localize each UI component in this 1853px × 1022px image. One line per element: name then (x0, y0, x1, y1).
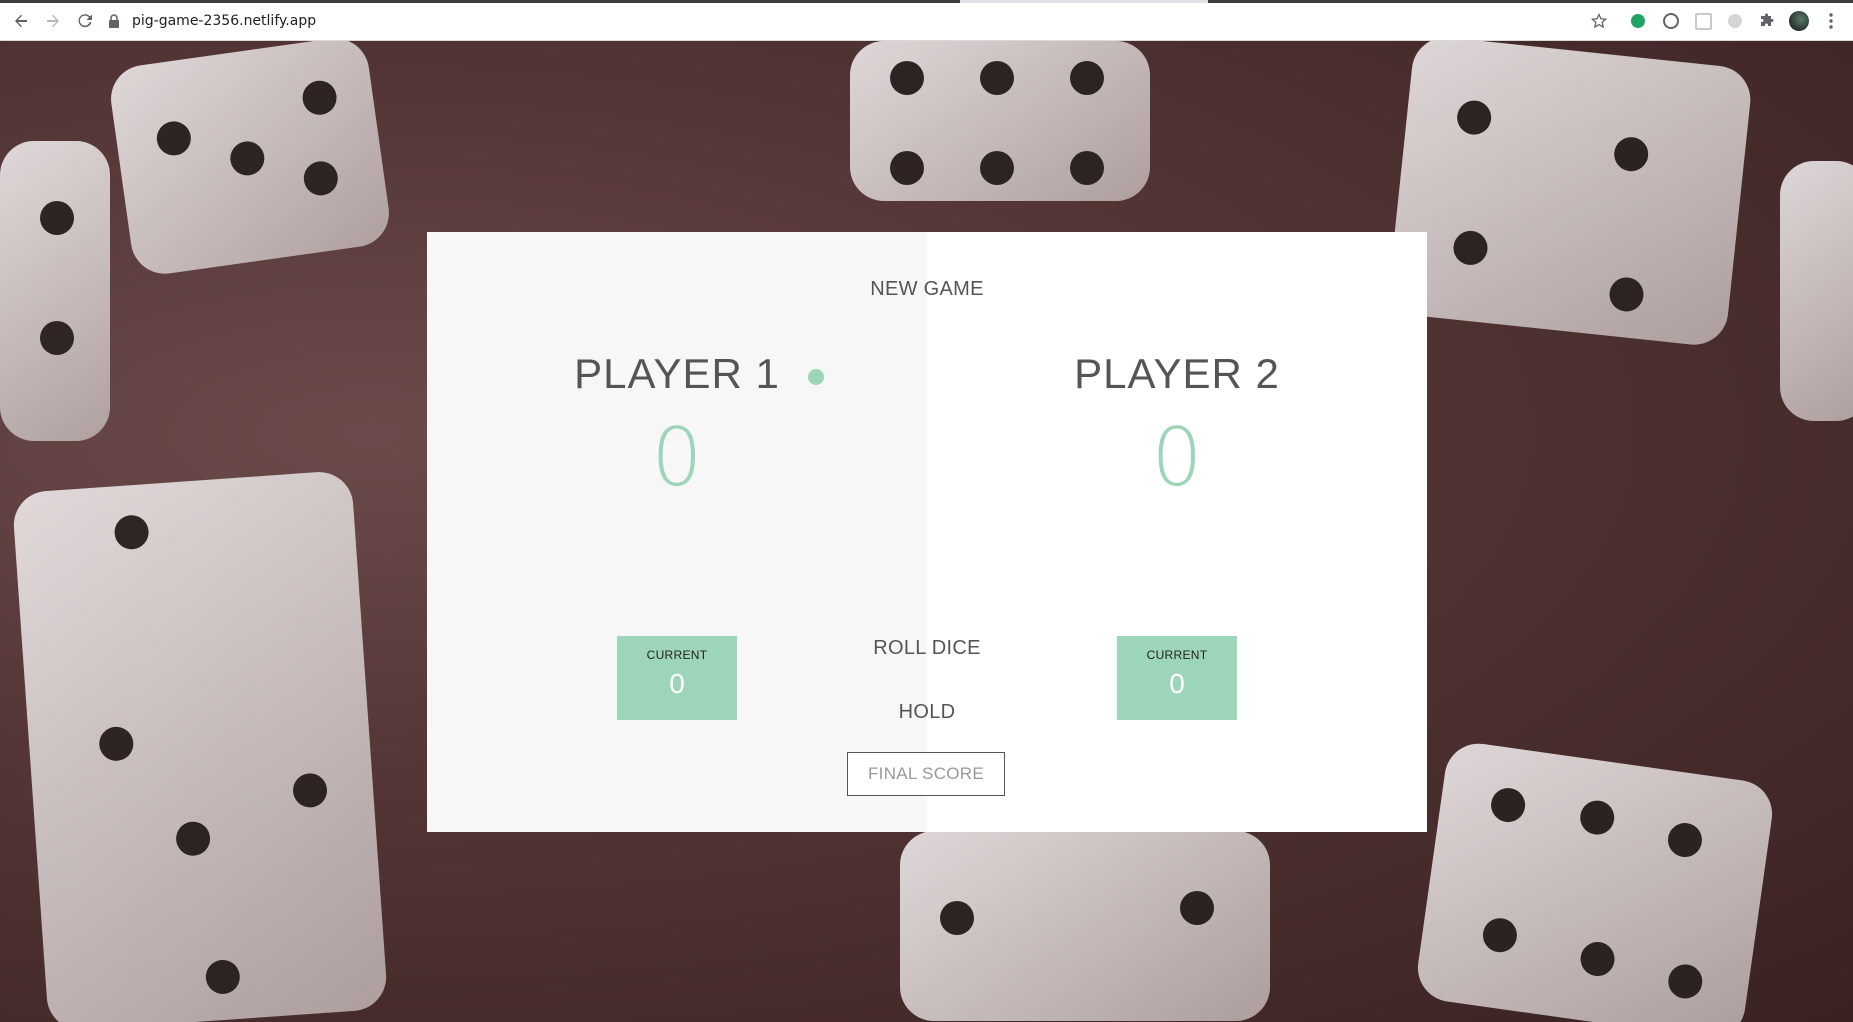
forward-icon[interactable] (40, 8, 66, 34)
avatar[interactable] (1788, 10, 1810, 32)
player-2-name: PLAYER 2 (1074, 350, 1280, 397)
extension-square-icon[interactable] (1692, 10, 1714, 32)
player-2-current-label: CURRENT (1146, 648, 1208, 662)
player-1-score: 0 (651, 411, 703, 504)
address-bar[interactable]: pig-game-2356.netlify.app (108, 6, 1588, 36)
back-icon[interactable] (8, 8, 34, 34)
extension-gray-icon[interactable] (1724, 10, 1746, 32)
player-2-current-score: 0 (1169, 668, 1185, 699)
active-player-indicator-icon (807, 369, 824, 385)
player-2-score: 0 (1151, 411, 1203, 504)
reload-icon[interactable] (72, 8, 98, 34)
new-game-button[interactable]: NEW GAME (859, 278, 995, 301)
player-1-current-score: 0 (669, 668, 685, 699)
extension-green-icon[interactable] (1627, 10, 1649, 32)
tab-strip (0, 0, 1853, 3)
url-text: pig-game-2356.netlify.app (132, 13, 317, 29)
player-1-name-text: PLAYER 1 (574, 350, 780, 397)
bookmark-star-icon[interactable] (1588, 10, 1610, 32)
browser-toolbar: pig-game-2356.netlify.app (0, 0, 1853, 41)
player-2-current-box: CURRENT 0 (1117, 636, 1237, 720)
game-board: PLAYER 1 0 CURRENT 0 PLAYER 2 0 CURRENT … (427, 232, 1427, 832)
lock-icon (108, 14, 122, 28)
player-1-current-label: CURRENT (646, 648, 708, 662)
player-1-current-box: CURRENT 0 (617, 636, 737, 720)
menu-dots-icon[interactable] (1820, 10, 1842, 32)
player-1-name: PLAYER 1 (574, 350, 824, 398)
player-2-panel: PLAYER 2 0 CURRENT 0 (927, 232, 1427, 832)
player-1-panel: PLAYER 1 0 CURRENT 0 (427, 232, 927, 832)
hold-button[interactable]: HOLD (859, 701, 995, 724)
final-score-input[interactable] (847, 752, 1005, 796)
puzzle-icon[interactable] (1756, 10, 1778, 32)
roll-dice-button[interactable]: ROLL DICE (859, 637, 995, 660)
extension-circle-icon[interactable] (1660, 10, 1682, 32)
